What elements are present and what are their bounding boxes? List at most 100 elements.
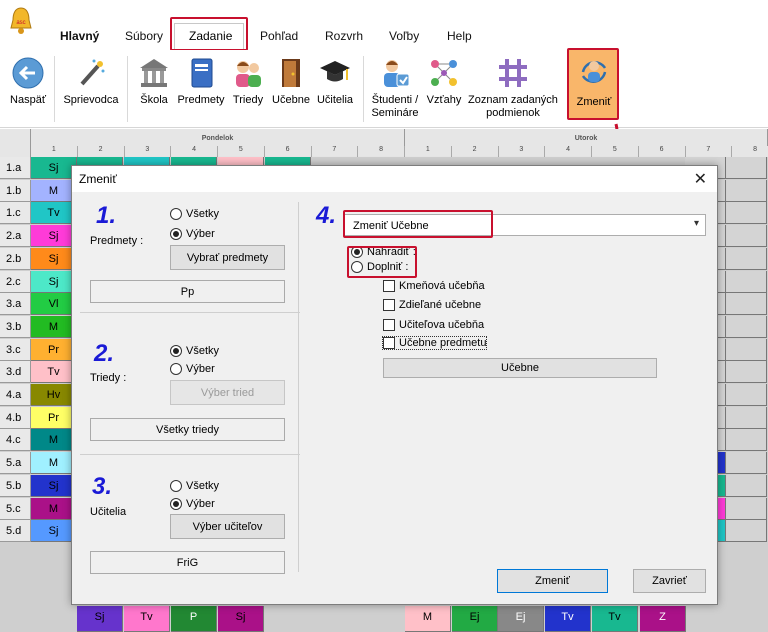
lesson-cell[interactable]: Sj (218, 606, 264, 632)
class-row-header[interactable]: 5.c (0, 497, 31, 520)
class-row-header[interactable]: 2.a (0, 225, 31, 248)
ok-change-button[interactable]: Zmeniť (497, 569, 608, 593)
check-teacher-room[interactable]: Učiteľova učebňa (383, 319, 484, 331)
class-row-header[interactable]: 5.b (0, 474, 31, 497)
empty-cell[interactable] (726, 247, 767, 270)
back-arrow-icon (11, 56, 45, 90)
empty-cell[interactable] (726, 497, 767, 520)
empty-cell[interactable] (726, 452, 767, 475)
empty-cell[interactable] (726, 315, 767, 338)
section-divider (80, 312, 300, 313)
empty-cell[interactable] (726, 361, 767, 384)
menu-help[interactable]: Help (447, 29, 472, 43)
check-shared-rooms[interactable]: Zdieľané učebne (383, 299, 481, 311)
empty-cell[interactable] (726, 179, 767, 202)
radio-dot (170, 228, 182, 240)
empty-cell[interactable] (726, 429, 767, 452)
class-row-header[interactable]: 5.d (0, 520, 31, 543)
classes-select-radio[interactable]: Výber (170, 363, 215, 375)
lesson-cell[interactable]: M (405, 606, 451, 632)
class-row-header[interactable]: 4.b (0, 406, 31, 429)
lesson-cell[interactable]: Ej (452, 606, 498, 632)
class-row-header[interactable]: 4.c (0, 429, 31, 452)
empty-cell[interactable] (726, 520, 767, 543)
empty-cell[interactable] (726, 384, 767, 406)
back-button[interactable]: Naspäť (6, 52, 50, 107)
wizard-button[interactable]: Sprievodca (60, 52, 122, 107)
highlight-box-radio (347, 246, 417, 278)
lesson-cell[interactable]: P (171, 606, 217, 632)
check-home-room[interactable]: Kmeňová učebňa (383, 280, 485, 292)
lesson-cell[interactable]: Tv (592, 606, 638, 632)
close-button[interactable]: Zavrieť (633, 569, 706, 593)
class-row-header[interactable]: 4.a (0, 384, 31, 406)
class-row-header[interactable]: 5.a (0, 452, 31, 475)
teachers-select-radio[interactable]: Výber (170, 498, 215, 510)
change-button[interactable]: Zmeniť (567, 48, 619, 120)
teachers-button[interactable]: Učitelia (313, 52, 357, 107)
subjects-button[interactable]: Predmety (176, 52, 226, 107)
class-row-header[interactable]: 3.b (0, 315, 31, 338)
subjects-all-radio[interactable]: Všetky (170, 208, 219, 220)
menu-pohlad[interactable]: Pohľad (260, 29, 298, 43)
empty-cell[interactable] (726, 202, 767, 225)
menu-volby[interactable]: Voľby (389, 29, 419, 43)
magic-wand-icon (74, 56, 108, 90)
empty-cell[interactable] (726, 338, 767, 361)
class-row-header[interactable]: 2.c (0, 270, 31, 293)
teachers-all-radio[interactable]: Všetky (170, 480, 219, 492)
radio-dot (170, 363, 182, 375)
classes-all-radio[interactable]: Všetky (170, 345, 219, 357)
class-row-header[interactable]: 2.b (0, 247, 31, 270)
period-header: 2 (77, 146, 125, 157)
student-check-icon (378, 56, 412, 90)
school-button[interactable]: Škola (134, 52, 174, 107)
empty-cell[interactable] (726, 406, 767, 429)
menu-subory[interactable]: Súbory (125, 29, 163, 43)
period-header: 4 (171, 146, 218, 157)
relations-button[interactable]: Vzťahy (424, 52, 464, 107)
select-subjects-button[interactable]: Vybrať predmety (170, 245, 285, 270)
lesson-cell[interactable]: Sj (77, 606, 123, 632)
class-row-header[interactable]: 1.b (0, 179, 31, 202)
check-subject-rooms[interactable]: Učebne predmetu (381, 336, 488, 350)
teachers-field-label: Učitelia (90, 506, 127, 518)
lesson-cell[interactable]: Z (640, 606, 686, 632)
menu-bar: asc Hlavný Súbory Zadanie Pohľad Rozvrh … (0, 0, 768, 51)
students-icon (231, 56, 265, 90)
app-logo-icon[interactable]: asc (8, 6, 34, 36)
change-label: Zmeniť (576, 96, 612, 108)
empty-cell[interactable] (726, 270, 767, 293)
period-header: 4 (545, 146, 592, 157)
radio-dot (170, 208, 182, 220)
ribbon-separator (127, 56, 128, 122)
empty-cell[interactable] (726, 157, 767, 179)
menu-rozvrh[interactable]: Rozvrh (325, 29, 363, 43)
radio-label: Všetky (186, 345, 220, 357)
rooms-button[interactable]: Učebne (270, 52, 312, 107)
lesson-cell[interactable]: Tv (124, 606, 170, 632)
students-button[interactable]: Študenti / Semináre (366, 52, 424, 120)
select-teachers-button[interactable]: Výber učiteľov (170, 514, 285, 539)
empty-cell[interactable] (726, 293, 767, 316)
dialog-title: Zmeniť (79, 172, 117, 186)
empty-cell[interactable] (726, 225, 767, 248)
class-row-header[interactable]: 3.c (0, 338, 31, 361)
radio-label: Výber (186, 498, 215, 510)
conditions-button[interactable]: Zoznam zadaných podmienok (465, 52, 561, 120)
close-icon[interactable]: ✕ (694, 169, 707, 189)
class-row-header[interactable]: 3.a (0, 293, 31, 316)
lesson-cell[interactable]: Ej (498, 606, 544, 632)
classes-button[interactable]: Triedy (228, 52, 268, 107)
lesson-cell[interactable]: Tv (545, 606, 591, 632)
class-row-header[interactable]: 3.d (0, 361, 31, 384)
class-row-header[interactable]: 1.a (0, 157, 31, 179)
rooms-button[interactable]: Učebne (383, 358, 657, 378)
select-classes-button[interactable]: Výber tried (170, 380, 285, 405)
menu-hlavny[interactable]: Hlavný (60, 29, 99, 43)
dialog-titlebar: Zmeniť ✕ (72, 166, 717, 192)
network-icon (427, 56, 461, 90)
class-row-header[interactable]: 1.c (0, 202, 31, 225)
empty-cell[interactable] (726, 474, 767, 497)
subjects-select-radio[interactable]: Výber (170, 228, 215, 240)
